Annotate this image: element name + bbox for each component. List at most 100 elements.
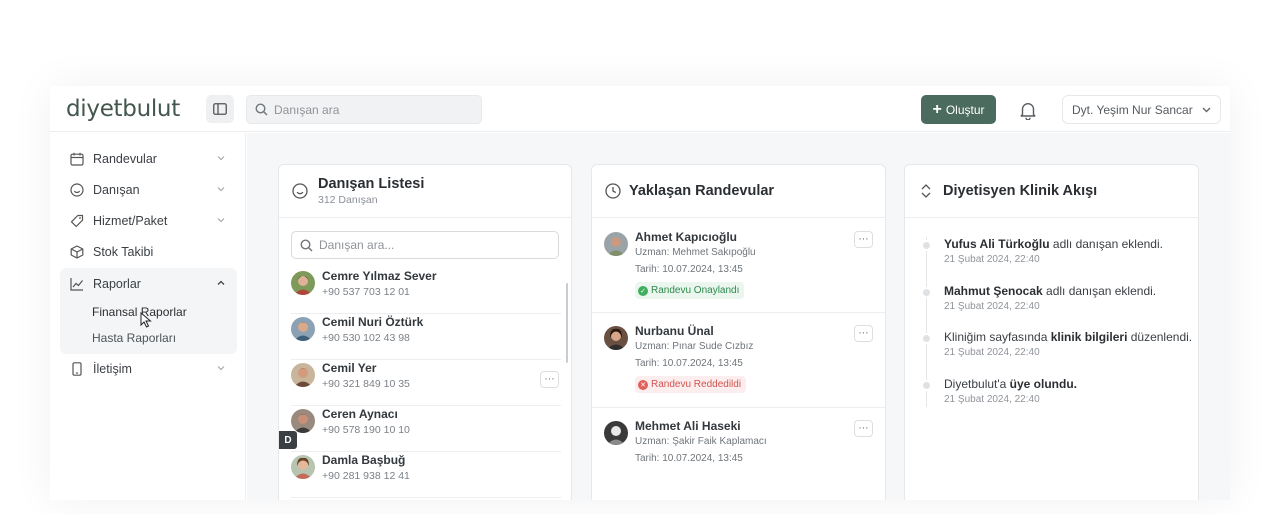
search-icon <box>300 238 313 251</box>
clients-card: Danışan Listesi 312 Danışan Cemre Yılmaz… <box>278 164 572 500</box>
status-badge-label: Randevu Reddedildi <box>651 379 742 390</box>
clock-icon <box>605 183 621 199</box>
appointment-expert: Uzman: Mehmet Sakıpoğlu <box>635 247 756 258</box>
client-row[interactable]: Damla Başbuğ +90 281 938 12 41 <box>291 453 561 498</box>
sidebar-item-raporlar[interactable]: Raporlar <box>60 269 236 299</box>
status-badge: ✓ Randevu Onaylandı <box>635 282 745 299</box>
sidebar-item-label: İletişim <box>93 362 132 376</box>
sidebar-item-label: Hizmet/Paket <box>93 214 168 228</box>
sidebar-item-label: Randevular <box>93 152 157 166</box>
chevron-down-icon <box>217 366 225 371</box>
clinic-feed-card-title: Diyetisyen Klinik Akışı <box>943 183 1098 199</box>
chevron-up-icon <box>217 280 225 285</box>
status-badge: ✕ Randevu Reddedildi <box>635 376 747 393</box>
logo[interactable]: diyetbulut <box>66 96 180 122</box>
create-button-label: Oluştur <box>945 102 985 117</box>
avatar <box>291 271 315 295</box>
sidebar-item-label: Raporlar <box>93 277 141 291</box>
divider <box>592 407 885 408</box>
sort-icon <box>921 184 931 198</box>
appointment-more-button[interactable]: ⋯ <box>854 420 873 437</box>
appointments-card: Yaklaşan Randevular Ahmet Kapıcıoğlu Uzm… <box>591 164 886 500</box>
section-letter-badge: D <box>279 431 297 449</box>
chart-icon <box>69 276 85 292</box>
feed-item-text: Diyetbulut'a üye olundu. <box>944 377 1078 391</box>
client-row[interactable]: Cemil Yer +90 321 849 10 35 ⋯ <box>291 361 561 406</box>
client-name: Ceren Aynacı <box>322 407 398 421</box>
feed-item-time: 21 Şubat 2024, 22:40 <box>944 301 1040 312</box>
client-phone: +90 281 938 12 41 <box>322 470 410 482</box>
timeline-dot <box>921 240 932 251</box>
sidebar-toggle-icon <box>213 103 227 115</box>
appointment-client-name: Mehmet Ali Haseki <box>635 419 741 433</box>
client-phone: +90 537 703 12 01 <box>322 286 410 298</box>
sidebar-item-iletisim[interactable]: İletişim <box>60 354 236 384</box>
notifications-button[interactable] <box>1016 98 1040 122</box>
divider <box>592 312 885 313</box>
user-dropdown[interactable]: Dyt. Yeşim Nur Sancar <box>1062 95 1221 124</box>
search-icon <box>255 103 268 116</box>
chevron-down-icon <box>1202 107 1211 113</box>
check-icon: ✓ <box>638 285 648 296</box>
feed-item-text: Mahmut Şenocak adlı danışan eklendi. <box>944 284 1157 298</box>
avatar <box>604 326 628 350</box>
mouse-cursor-icon <box>140 312 152 328</box>
appointment-client-name: Nurbanu Ünal <box>635 324 714 338</box>
appointment-item[interactable]: Mehmet Ali Haseki Uzman: Şakir Faik Kapl… <box>604 419 874 479</box>
plus-icon: + <box>932 100 942 118</box>
client-row[interactable]: Ceren Aynacı +90 578 190 10 10 <box>291 407 561 452</box>
client-more-button[interactable]: ⋯ <box>540 371 559 388</box>
phone-icon <box>69 361 85 377</box>
appointments-card-header: Yaklaşan Randevular <box>592 165 885 218</box>
sidebar-toggle-button[interactable] <box>206 95 234 123</box>
clinic-feed-card: Diyetisyen Klinik Akışı Yufus Ali Türkoğ… <box>904 164 1199 500</box>
sidebar-item-danisan[interactable]: Danışan <box>60 175 236 205</box>
client-name: Damla Başbuğ <box>322 453 406 467</box>
sidebar-item-randevular[interactable]: Randevular <box>60 144 236 174</box>
status-badge-label: Randevu Onaylandı <box>651 285 740 296</box>
client-phone: +90 578 190 10 10 <box>322 424 410 436</box>
sidebar-item-label: Stok Takibi <box>93 245 154 259</box>
client-row[interactable]: Cemil Nuri Öztürk +90 530 102 43 98 <box>291 315 561 360</box>
sidebar-item-hizmet-paket[interactable]: Hizmet/Paket <box>60 206 236 236</box>
appointment-more-button[interactable]: ⋯ <box>854 231 873 248</box>
client-name: Cemre Yılmaz Sever <box>322 269 437 283</box>
clients-count: 312 Danışan <box>318 194 378 206</box>
app-window: diyetbulut + Oluştur Dyt. Yeşim Nur Sanc… <box>50 86 1230 500</box>
client-phone: +90 530 102 43 98 <box>322 332 410 344</box>
clients-card-header: Danışan Listesi 312 Danışan <box>279 165 571 218</box>
sidebar-subitem-hasta-raporlari[interactable]: Hasta Raporları <box>92 331 176 345</box>
feed-item-time: 21 Şubat 2024, 22:40 <box>944 394 1040 405</box>
avatar <box>291 317 315 341</box>
clients-scrollbar[interactable] <box>566 283 568 363</box>
appointment-item[interactable]: Ahmet Kapıcıoğlu Uzman: Mehmet Sakıpoğlu… <box>604 230 874 310</box>
smile-icon <box>292 183 308 199</box>
timeline-dot <box>921 380 932 391</box>
clients-card-title: Danışan Listesi <box>318 176 425 192</box>
sidebar-item-label: Danışan <box>93 183 140 197</box>
timeline-dot <box>921 287 932 298</box>
client-name: Cemil Yer <box>322 361 377 375</box>
create-button[interactable]: + Oluştur <box>921 95 996 124</box>
top-search-box <box>246 95 482 124</box>
main-content: Danışan Listesi 312 Danışan Cemre Yılmaz… <box>247 133 1230 500</box>
tag-icon <box>69 213 85 229</box>
appointment-item[interactable]: Nurbanu Ünal Uzman: Pınar Sude Cızbız Ta… <box>604 324 874 404</box>
chevron-down-icon <box>217 187 225 192</box>
clinic-feed-card-header: Diyetisyen Klinik Akışı <box>905 165 1198 218</box>
sidebar-item-stok-takibi[interactable]: Stok Takibi <box>60 237 236 267</box>
appointment-date: Tarih: 10.07.2024, 13:45 <box>635 453 743 464</box>
feed-item-time: 21 Şubat 2024, 22:40 <box>944 254 1040 265</box>
top-search-input[interactable] <box>274 102 474 117</box>
appointment-more-button[interactable]: ⋯ <box>854 325 873 342</box>
feed-item-text: Yufus Ali Türkoğlu adlı danışan eklendi. <box>944 237 1163 251</box>
client-search-input[interactable] <box>319 238 549 252</box>
avatar <box>291 409 315 433</box>
client-phone: +90 321 849 10 35 <box>322 378 410 390</box>
feed-item-time: 21 Şubat 2024, 22:40 <box>944 347 1040 358</box>
appointments-card-title: Yaklaşan Randevular <box>629 183 775 199</box>
avatar <box>604 232 628 256</box>
client-row[interactable]: Cemre Yılmaz Sever +90 537 703 12 01 <box>291 269 561 314</box>
box-icon <box>69 244 85 260</box>
avatar <box>291 363 315 387</box>
